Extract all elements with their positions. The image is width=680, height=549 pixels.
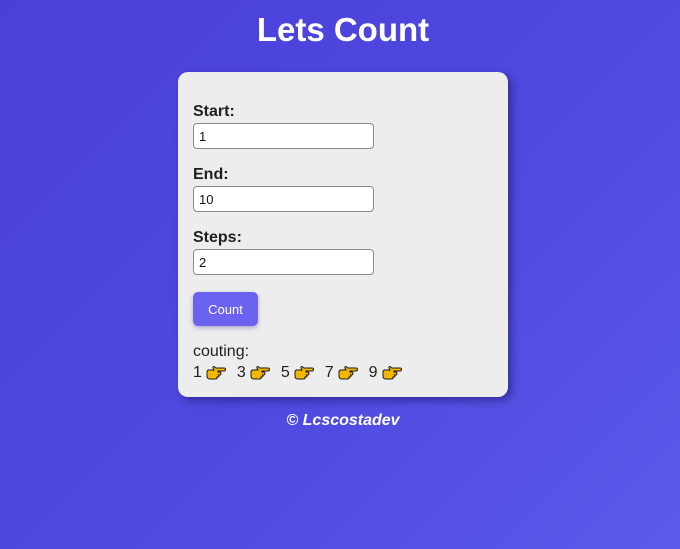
result-number: 5	[280, 364, 290, 381]
end-input[interactable]	[193, 186, 374, 212]
result-number: 7	[324, 364, 334, 381]
count-form-card: Start: End: Steps: Count couting: 1 3 5 …	[178, 72, 508, 397]
result-sequence: 1 3 5 7 9	[193, 364, 413, 382]
footer-credit: © Lcscostadev	[286, 412, 400, 429]
pointing-right-hand-icon	[250, 365, 270, 380]
result-number: 3	[236, 364, 246, 381]
count-button[interactable]: Count	[193, 292, 258, 326]
steps-label: Steps:	[193, 229, 242, 246]
result-number: 9	[368, 364, 378, 381]
end-label: End:	[193, 166, 229, 183]
pointing-right-hand-icon	[382, 365, 402, 380]
start-input[interactable]	[193, 123, 374, 149]
pointing-right-hand-icon	[294, 365, 314, 380]
pointing-right-hand-icon	[206, 365, 226, 380]
result-number: 1	[193, 364, 202, 381]
page-title: Lets Count	[256, 11, 430, 48]
steps-input[interactable]	[193, 249, 374, 275]
pointing-right-hand-icon	[338, 365, 358, 380]
start-label: Start:	[193, 103, 235, 120]
result-label: couting:	[193, 343, 250, 360]
